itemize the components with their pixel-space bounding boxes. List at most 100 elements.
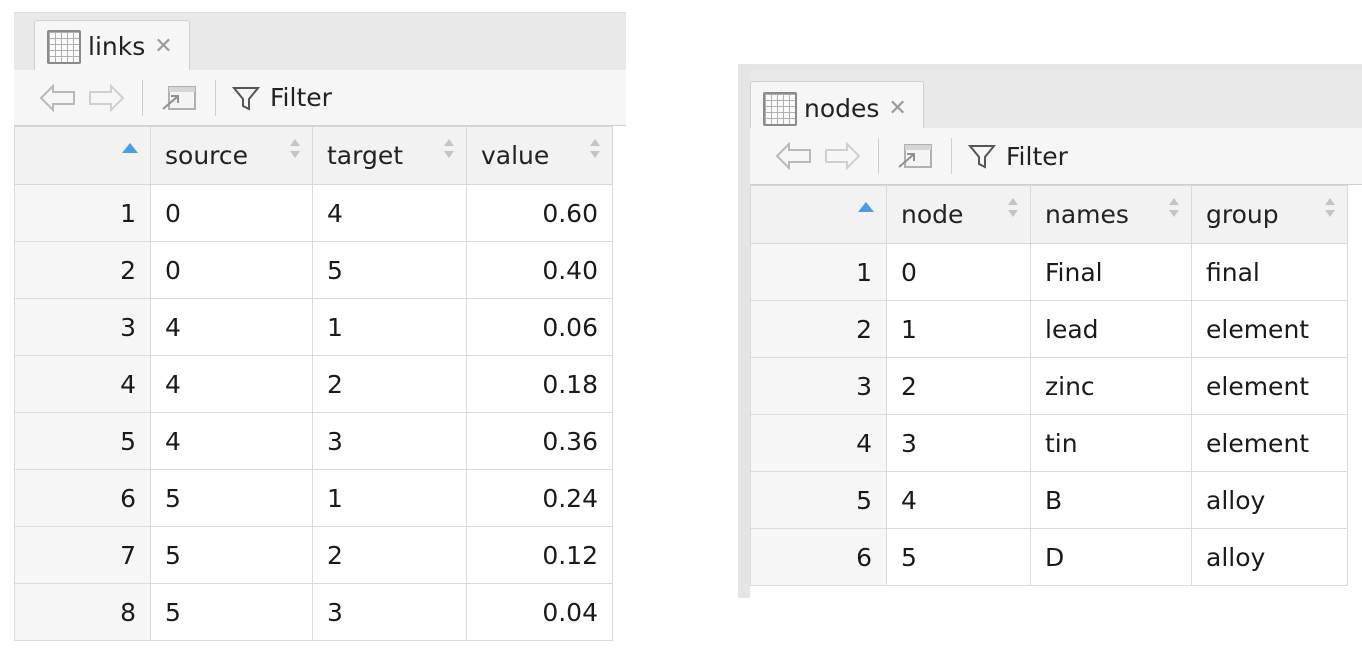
row-name: 2 [750,300,887,358]
sort-arrows-icon[interactable] [444,139,454,163]
cell-value: 0.36 [466,412,613,470]
sort-arrows-icon[interactable] [1325,198,1335,222]
cell-target: 2 [312,355,467,413]
cell-value: 0.18 [466,355,613,413]
table-row: 2 1 lead element [750,300,1348,358]
row-name: 1 [14,184,151,242]
back-arrow-icon[interactable] [38,81,78,115]
table-row: 4 3 tin element [750,414,1348,472]
close-icon[interactable]: ✕ [888,97,906,120]
cell-value: 0.04 [466,583,613,641]
cell-group: element [1191,414,1348,472]
nodes-tab-bar: nodes ✕ [750,64,1362,135]
filter-button[interactable]: Filter [232,83,332,112]
popout-window-icon[interactable] [159,81,199,115]
cell-source: 4 [150,412,313,470]
column-header-node[interactable]: node [886,185,1031,244]
column-header-label: source [165,141,249,170]
row-name: 2 [14,241,151,299]
table-row: 6 5 1 0.24 [14,469,613,527]
column-header-value[interactable]: value [466,126,613,185]
cell-names: B [1030,471,1192,529]
sort-arrows-icon[interactable] [590,139,600,163]
cell-source: 4 [150,298,313,356]
cell-target: 1 [312,469,467,527]
cell-target: 1 [312,298,467,356]
links-tab-bar: links ✕ [14,12,626,72]
links-toolbar: Filter [14,70,626,126]
cell-source: 0 [150,241,313,299]
table-row: 7 5 2 0.12 [14,526,613,584]
toolbar-divider [142,79,143,116]
cell-names: tin [1030,414,1192,472]
cell-node: 3 [886,414,1031,472]
cell-node: 1 [886,300,1031,358]
column-header-source[interactable]: source [150,126,313,185]
tab-nodes[interactable]: nodes ✕ [750,81,924,135]
column-header-names[interactable]: names [1030,185,1192,244]
sort-arrows-icon[interactable] [1169,198,1179,222]
tab-label: links [88,32,146,61]
table-row: 5 4 3 0.36 [14,412,613,470]
column-header-target[interactable]: target [312,126,467,185]
nodes-table: node names group 1 0 Final final 2 1 lea… [750,185,1348,586]
forward-arrow-icon[interactable] [822,139,862,173]
row-name: 6 [750,528,887,586]
links-table: source target value 1 0 4 0.60 2 0 5 0.4… [14,126,613,641]
cell-names: D [1030,528,1192,586]
back-arrow-icon[interactable] [774,139,814,173]
cell-node: 4 [886,471,1031,529]
table-row: 3 4 1 0.06 [14,298,613,356]
toolbar-divider [951,138,952,174]
column-header-label: group [1206,200,1279,229]
cell-group: alloy [1191,528,1348,586]
sort-arrows-icon[interactable] [1008,198,1018,222]
row-name: 1 [750,243,887,301]
filter-funnel-icon [968,145,996,169]
column-header-label: target [327,141,404,170]
column-header-group[interactable]: group [1191,185,1348,244]
row-name: 3 [750,357,887,415]
cell-source: 0 [150,184,313,242]
cell-target: 4 [312,184,467,242]
cell-target: 3 [312,412,467,470]
toolbar-divider [215,79,216,116]
cell-target: 5 [312,241,467,299]
nodes-toolbar: Filter [750,128,1362,185]
forward-arrow-icon[interactable] [86,81,126,115]
tab-links[interactable]: links ✕ [34,20,190,72]
cell-value: 0.24 [466,469,613,527]
filter-label: Filter [270,83,332,112]
sort-arrows-icon[interactable] [290,139,300,163]
row-names-header[interactable] [14,126,151,185]
header-row: node names group [750,185,1348,244]
toolbar-divider [878,138,879,174]
cell-node: 0 [886,243,1031,301]
table-row: 2 0 5 0.40 [14,241,613,299]
cell-value: 0.06 [466,298,613,356]
table-row: 4 4 2 0.18 [14,355,613,413]
cell-source: 5 [150,583,313,641]
row-name: 3 [14,298,151,356]
row-name: 4 [750,414,887,472]
cell-group: final [1191,243,1348,301]
cell-group: element [1191,357,1348,415]
cell-value: 0.60 [466,184,613,242]
cell-group: alloy [1191,471,1348,529]
row-name: 5 [750,471,887,529]
cell-names: lead [1030,300,1192,358]
data-grid-icon [47,29,81,64]
cell-target: 2 [312,526,467,584]
close-icon[interactable]: ✕ [154,35,172,58]
filter-funnel-icon [232,86,260,111]
row-names-header[interactable] [750,185,887,244]
table-row: 6 5 D alloy [750,528,1348,586]
popout-window-icon[interactable] [895,139,935,173]
filter-button[interactable]: Filter [968,142,1068,171]
cell-value: 0.12 [466,526,613,584]
column-header-label: value [481,141,550,170]
sort-ascending-icon [122,143,138,153]
cell-node: 5 [886,528,1031,586]
table-row: 1 0 Final final [750,243,1348,301]
column-header-label: names [1045,200,1129,229]
